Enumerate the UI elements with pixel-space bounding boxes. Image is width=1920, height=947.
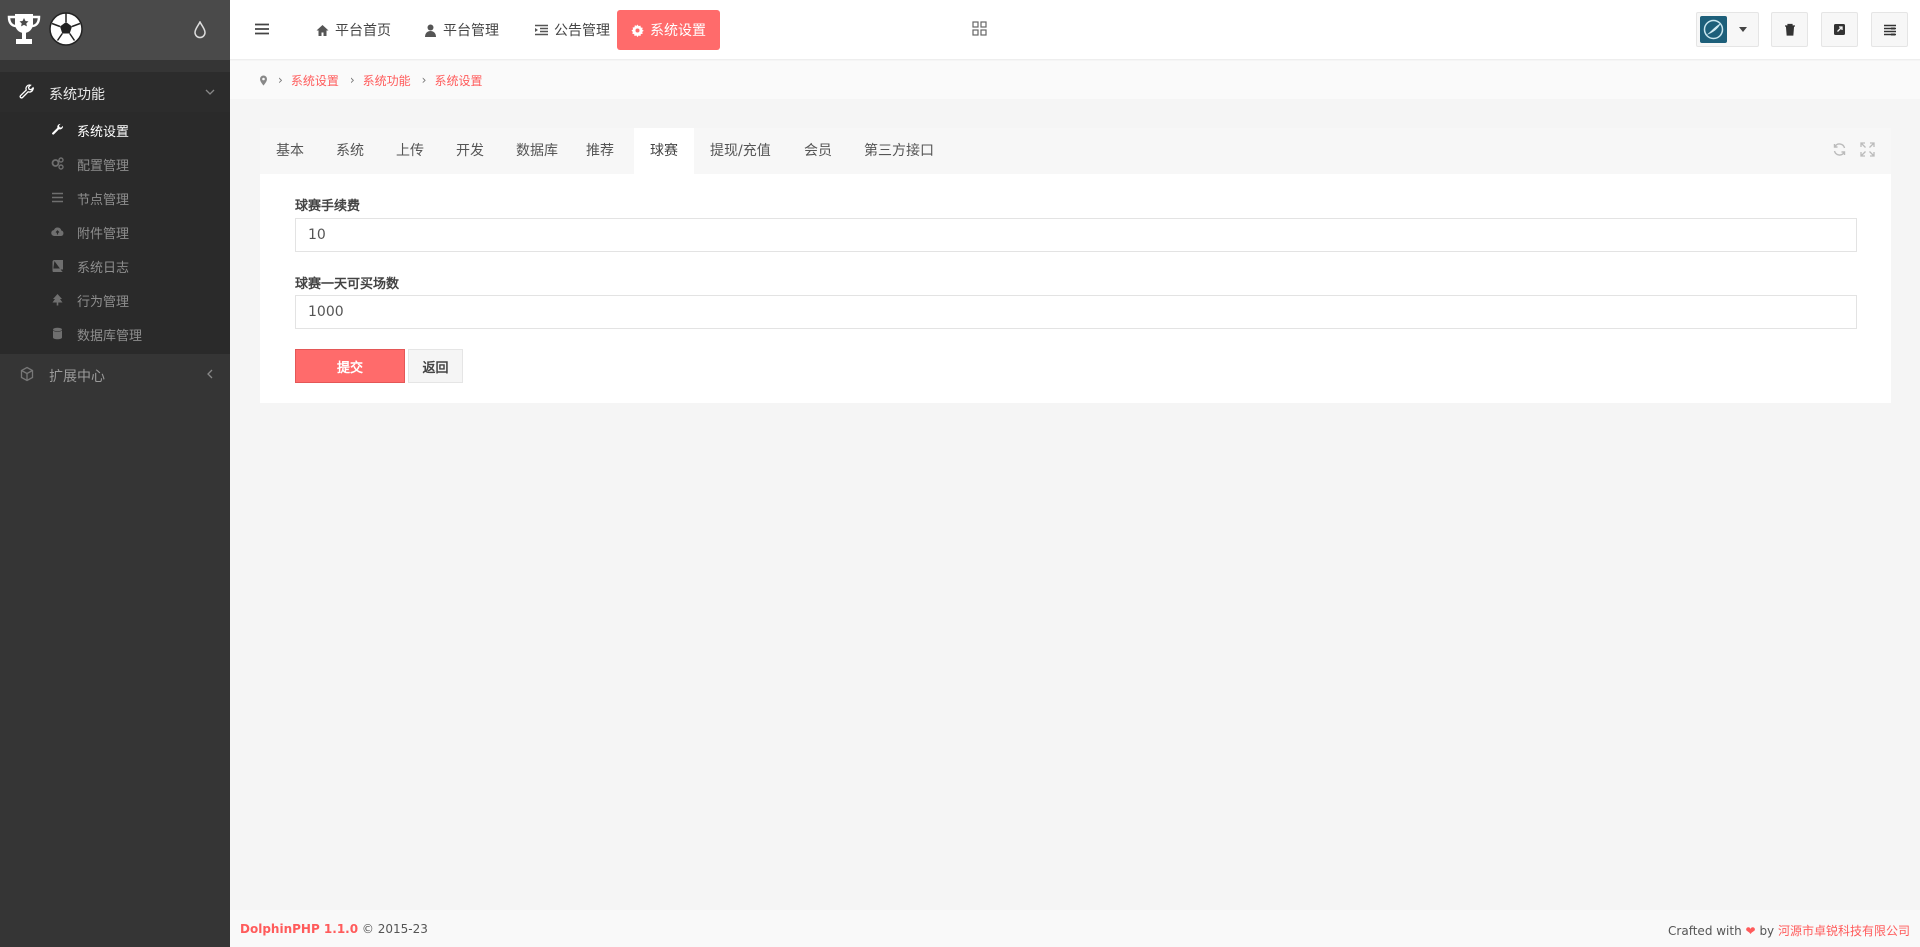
fee-label: 球赛手续费: [295, 199, 361, 214]
sidebar-item-label: 行为管理: [77, 295, 130, 310]
footer-company-link[interactable]: 河源市卓锐科技有限公司: [1778, 924, 1910, 938]
home-icon: [316, 24, 329, 36]
sidebar-item-label: 系统日志: [77, 261, 130, 276]
footer-right: Crafted with ❤ by 河源市卓锐科技有限公司: [1668, 922, 1910, 939]
user-icon: [425, 24, 436, 37]
user-dropdown[interactable]: [1696, 12, 1759, 47]
daily-limit-input[interactable]: [295, 295, 1857, 329]
daily-limit-label: 球赛一天可买场数: [295, 277, 400, 292]
sidebar-item-behavior[interactable]: 行为管理: [0, 282, 230, 316]
gear-icon: [631, 24, 644, 37]
nav-label: 平台管理: [443, 23, 499, 39]
side-panel-button[interactable]: [1871, 12, 1908, 47]
menu-group-system[interactable]: 系统功能: [0, 72, 230, 112]
wrench-icon: [52, 123, 63, 135]
apps-grid-icon[interactable]: [972, 21, 987, 36]
nav-platform-home[interactable]: 平台首页: [302, 10, 405, 50]
logo[interactable]: [6, 11, 84, 47]
top-header: 平台首页 平台管理 公告管理 系统设置: [230, 0, 1920, 60]
footer: DolphinPHP 1.1.0 © 2015-23 Crafted with …: [230, 910, 1920, 947]
footer-left: DolphinPHP 1.1.0 © 2015-23: [240, 922, 428, 936]
sidebar-item-label: 节点管理: [77, 193, 130, 208]
indent-icon: [535, 24, 548, 35]
caret-down-icon: [1739, 27, 1747, 32]
breadcrumb-separator: ›: [349, 73, 355, 87]
database-icon: [53, 327, 62, 340]
menu-group-label: 系统功能: [49, 87, 105, 103]
footer-crafted: Crafted with: [1668, 924, 1742, 938]
color-theme-drop-icon[interactable]: [193, 21, 207, 39]
submit-button[interactable]: 提交: [295, 349, 405, 383]
tab-system[interactable]: 系统: [320, 128, 380, 174]
sidebar-item-label: 附件管理: [77, 227, 130, 242]
back-button[interactable]: 返回: [408, 349, 463, 383]
sidebar-item-database[interactable]: 数据库管理: [0, 316, 230, 350]
tab-database[interactable]: 数据库: [500, 128, 574, 174]
nav-label: 公告管理: [554, 23, 610, 39]
breadcrumb-separator: ›: [278, 73, 283, 87]
tab-third-party[interactable]: 第三方接口: [848, 128, 950, 174]
nav-label: 系统设置: [650, 23, 706, 39]
footer-by: by: [1759, 924, 1775, 938]
tab-recommend[interactable]: 推荐: [570, 128, 630, 174]
gears-icon: [51, 157, 64, 170]
tab-member[interactable]: 会员: [788, 128, 848, 174]
sidebar-item-label: 配置管理: [77, 159, 130, 174]
book-icon: [52, 260, 63, 272]
map-marker-icon: [260, 75, 267, 85]
footer-copyright: © 2015-23: [361, 922, 428, 936]
tab-football[interactable]: 球赛: [634, 128, 694, 174]
tab-upload[interactable]: 上传: [380, 128, 440, 174]
list-icon: [52, 192, 63, 203]
trophy-icon: [7, 14, 41, 44]
refresh-icon[interactable]: [1832, 142, 1847, 157]
settings-card: 基本 系统 上传 开发 数据库 推荐 球赛 提现/充值 会员 第三方接口 球赛手…: [260, 128, 1891, 403]
fullscreen-icon[interactable]: [1860, 142, 1875, 157]
breadcrumb-separator: ›: [421, 73, 427, 87]
sidebar-item-attachments[interactable]: 附件管理: [0, 214, 230, 248]
sidebar-item-config[interactable]: 配置管理: [0, 146, 230, 180]
wrench-icon: [19, 84, 34, 99]
tree-icon: [52, 294, 63, 306]
heart-icon: ❤: [1745, 924, 1756, 938]
clear-cache-button[interactable]: [1771, 12, 1808, 47]
tab-develop[interactable]: 开发: [440, 128, 500, 174]
hamburger-menu-icon[interactable]: [255, 23, 269, 35]
nav-system-settings[interactable]: 系统设置: [617, 10, 720, 50]
cloud-upload-icon: [51, 227, 64, 237]
open-site-button[interactable]: [1821, 12, 1858, 47]
chevron-down-icon: [205, 89, 215, 95]
tab-basic[interactable]: 基本: [260, 128, 320, 174]
tasks-icon: [1883, 24, 1896, 35]
sidebar-item-nodes[interactable]: 节点管理: [0, 180, 230, 214]
breadcrumb: › 系统设置 › 系统功能 › 系统设置: [230, 61, 1920, 99]
soccer-ball-icon: [49, 12, 83, 46]
sidebar-header: [0, 0, 230, 60]
menu-group-extensions[interactable]: 扩展中心: [0, 354, 230, 394]
fee-input[interactable]: [295, 218, 1857, 252]
footer-brand-link[interactable]: DolphinPHP 1.1.0: [240, 922, 358, 936]
sidebar: 系统功能 系统设置 配置管理 节点管理 附件管理 系统日志 行为管理 数据库管理…: [0, 0, 230, 947]
external-link-icon: [1834, 24, 1845, 35]
trash-icon: [1784, 23, 1795, 36]
tab-withdraw-recharge[interactable]: 提现/充值: [694, 128, 787, 174]
nav-label: 平台首页: [335, 23, 391, 39]
menu-group-label: 扩展中心: [49, 369, 105, 385]
nav-platform-manage[interactable]: 平台管理: [410, 10, 513, 50]
breadcrumb-link[interactable]: 系统功能: [363, 72, 411, 89]
sidebar-item-logs[interactable]: 系统日志: [0, 248, 230, 282]
nav-notice-manage[interactable]: 公告管理: [521, 10, 624, 50]
breadcrumb-link[interactable]: 系统设置: [291, 72, 339, 89]
chevron-left-icon: [207, 369, 213, 379]
avatar: [1700, 16, 1727, 43]
dolphin-logo-icon: [1703, 19, 1724, 40]
submenu-system: 系统设置 配置管理 节点管理 附件管理 系统日志 行为管理 数据库管理: [0, 112, 230, 354]
tab-bar: 基本 系统 上传 开发 数据库 推荐 球赛 提现/充值 会员 第三方接口: [260, 128, 1891, 174]
breadcrumb-link[interactable]: 系统设置: [434, 72, 482, 89]
sidebar-item-label: 数据库管理: [77, 329, 143, 344]
sidebar-item-system-settings[interactable]: 系统设置: [0, 112, 230, 146]
sidebar-item-label: 系统设置: [77, 125, 130, 140]
puzzle-icon: [20, 366, 34, 382]
